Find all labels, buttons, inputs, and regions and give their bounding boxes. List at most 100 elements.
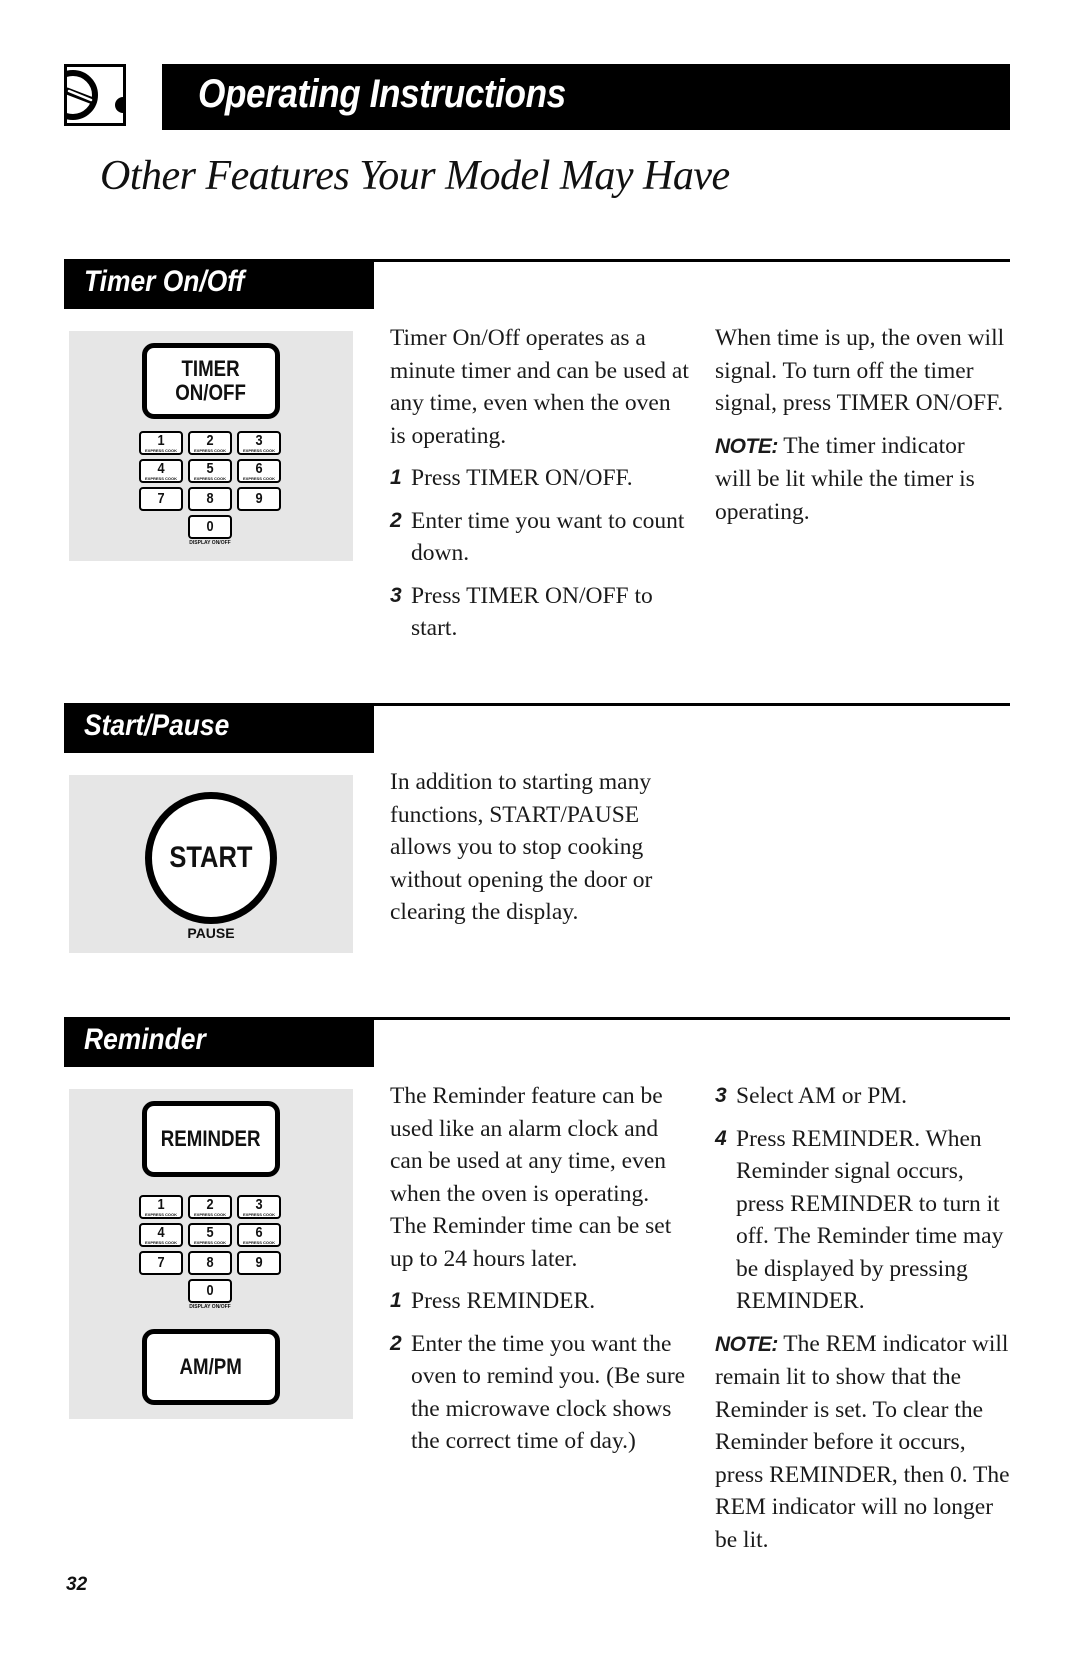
keypad-key-4: 4 EXPRESS COOK <box>139 459 183 483</box>
header-bar: Operating Instructions <box>162 64 1010 130</box>
zero-key-caption: DISPLAY ON/OFF <box>189 540 231 546</box>
key-number: 7 <box>157 1254 165 1271</box>
reminder-button: REMINDER <box>142 1101 280 1177</box>
timer-left-column: Timer On/Off operates as a minute timer … <box>390 322 690 655</box>
header-title: Operating Instructions <box>198 72 566 116</box>
zero-key-caption: DISPLAY ON/OFF <box>189 1304 231 1310</box>
step-text: Press TIMER ON/OFF to start. <box>411 582 653 642</box>
key-number: 6 <box>255 460 263 477</box>
section-label: Timer On/Off <box>84 265 245 298</box>
keypad: 1 EXPRESS COOK 2 EXPRESS COOK 3 EXPRESS COOK 4… <box>139 1195 285 1325</box>
manual-dial-icon <box>64 64 126 126</box>
key-number: 0 <box>206 518 214 535</box>
start-button: START <box>145 792 277 924</box>
step-text: Press TIMER ON/OFF. <box>411 465 633 491</box>
step: 3 Press TIMER ON/OFF to start. <box>390 580 690 645</box>
key-number: 8 <box>206 1254 214 1271</box>
start-button-label: START <box>169 841 253 874</box>
note-label: NOTE: <box>715 1332 778 1356</box>
key-number: 2 <box>206 432 214 449</box>
section-label: Start/Pause <box>84 709 230 742</box>
keypad-key-0: 0 <box>188 1279 232 1303</box>
reminder-intro: The Reminder feature can be used like an… <box>390 1083 672 1272</box>
step-text: Press REMINDER. <box>411 1288 596 1314</box>
start-text: In addition to starting many functions, … <box>390 769 653 925</box>
ampm-button: AM/PM <box>142 1329 280 1405</box>
key-number: 9 <box>255 1254 263 1271</box>
step-number: 2 <box>390 1331 402 1355</box>
keypad-key-7: 7 <box>139 487 183 511</box>
step-number: 3 <box>715 1084 727 1107</box>
key-number: 5 <box>206 460 214 477</box>
key-number: 0 <box>206 1282 214 1299</box>
start-illustration: START PAUSE <box>69 775 353 953</box>
keypad-key-6: 6 EXPRESS COOK <box>237 459 281 483</box>
step-text: Enter the time you want the oven to remi… <box>411 1330 686 1455</box>
key-number: 7 <box>157 490 165 507</box>
keypad-key-2: 2 EXPRESS COOK <box>188 1195 232 1219</box>
keypad-key-5: 5 EXPRESS COOK <box>188 459 232 483</box>
step: 1 Press REMINDER. <box>390 1285 690 1318</box>
ampm-button-label: AM/PM <box>179 1354 243 1379</box>
key-number: 9 <box>255 490 263 507</box>
timer-note: NOTE: The timer indicator will be lit wh… <box>715 430 1005 529</box>
section-header-start: Start/Pause <box>64 703 374 753</box>
keypad-key-4: 4 EXPRESS COOK <box>139 1223 183 1247</box>
key-number: 3 <box>255 1196 263 1213</box>
key-number: 5 <box>206 1224 214 1241</box>
pause-label: PAUSE <box>187 925 235 941</box>
keypad-key-1: 1 EXPRESS COOK <box>139 1195 183 1219</box>
step: 2 Enter the time you want the oven to rem… <box>390 1328 690 1458</box>
keypad-key-3: 3 EXPRESS COOK <box>237 1195 281 1219</box>
key-number: 2 <box>206 1196 214 1213</box>
reminder-left-column: The Reminder feature can be used like an… <box>390 1080 690 1468</box>
start-column: In addition to starting many functions, … <box>390 766 690 939</box>
key-number: 1 <box>157 432 165 449</box>
reminder-illustration: REMINDER 1 EXPRESS COOK 2 EXPRESS COOK 3 EXPR… <box>69 1089 353 1419</box>
step-number: 1 <box>390 1289 402 1312</box>
keypad: 1 EXPRESS COOK 2 EXPRESS COOK 3 EXPRESS COOK 4… <box>139 431 285 561</box>
reminder-right-column: 3 Select AM or PM. 4 Press REMINDER. When … <box>715 1080 1010 1566</box>
keypad-key-9: 9 <box>237 1251 281 1275</box>
keypad-key-5: 5 EXPRESS COOK <box>188 1223 232 1247</box>
keypad-key-1: 1 EXPRESS COOK <box>139 431 183 455</box>
section-header-reminder: Reminder <box>64 1017 374 1067</box>
page-number: 32 <box>66 1574 88 1595</box>
note-text: The REM indicator will remain lit to sho… <box>715 1330 1010 1553</box>
timer-intro: Timer On/Off operates as a minute timer … <box>390 325 689 449</box>
step: 3 Select AM or PM. <box>715 1080 1010 1113</box>
step-text: Press REMINDER. When Reminder signal occ… <box>736 1125 1004 1315</box>
timer-illustration: TIMER ON/OFF 1 EXPRESS COOK 2 EXPRESS COOK 3… <box>69 331 353 561</box>
keypad-key-0: 0 <box>188 515 232 539</box>
step: 4 Press REMINDER. When Reminder signal oc… <box>715 1123 1010 1318</box>
step: 2 Enter time you want to count down. <box>390 505 690 570</box>
timer-onoff-button: TIMER ON/OFF <box>142 343 280 419</box>
key-number: 4 <box>157 460 165 477</box>
key-number: 1 <box>157 1196 165 1213</box>
page-subtitle: Other Features Your Model May Have <box>100 153 730 199</box>
timer-right-para: When time is up, the oven will signal. T… <box>715 325 1005 416</box>
key-number: 8 <box>206 490 214 507</box>
keypad-key-7: 7 <box>139 1251 183 1275</box>
keypad-key-6: 6 EXPRESS COOK <box>237 1223 281 1247</box>
step-number: 4 <box>715 1126 727 1150</box>
section-label: Reminder <box>84 1023 206 1056</box>
keypad-key-8: 8 <box>188 1251 232 1275</box>
keypad-key-8: 8 <box>188 487 232 511</box>
key-number: 3 <box>255 432 263 449</box>
step-number: 2 <box>390 508 402 532</box>
timer-right-column: When time is up, the oven will signal. T… <box>715 322 1005 538</box>
step-number: 3 <box>390 583 402 607</box>
note-label: NOTE: <box>715 434 778 458</box>
reminder-button-label: REMINDER <box>161 1126 261 1151</box>
step: 1 Press TIMER ON/OFF. <box>390 462 690 495</box>
key-number: 6 <box>255 1224 263 1241</box>
step-text: Select AM or PM. <box>736 1083 908 1109</box>
reminder-note: NOTE: The REM indicator will remain lit … <box>715 1328 1010 1557</box>
keypad-key-2: 2 EXPRESS COOK <box>188 431 232 455</box>
keypad-key-9: 9 <box>237 487 281 511</box>
step-text: Enter time you want to count down. <box>411 507 685 567</box>
key-number: 4 <box>157 1224 165 1241</box>
timer-button-label: TIMER ON/OFF <box>175 356 247 405</box>
keypad-key-3: 3 EXPRESS COOK <box>237 431 281 455</box>
